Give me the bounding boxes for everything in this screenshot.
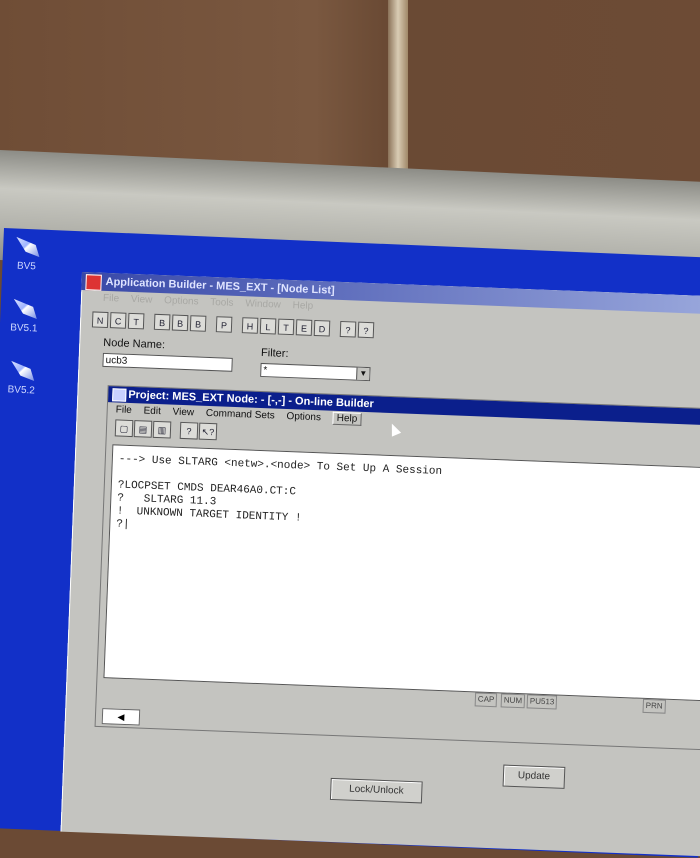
desktop-icon-label: BV5.1 xyxy=(9,322,38,335)
filter-value: * xyxy=(263,365,268,377)
shortcut-icon xyxy=(10,296,39,321)
desktop-icon-bv5-2[interactable]: BV5.2 xyxy=(1,358,43,397)
builder-menu-edit[interactable]: Edit xyxy=(143,405,161,417)
builder-menu-help[interactable]: Help xyxy=(332,411,362,426)
new-icon[interactable]: ▢ xyxy=(114,419,134,438)
builder-menu-command-sets[interactable]: Command Sets xyxy=(206,408,275,422)
application-builder-window: Application Builder - MES_EXT - [Node Li… xyxy=(60,272,700,857)
status-cap: CAP xyxy=(474,692,498,708)
builder-menu-file[interactable]: File xyxy=(116,404,133,416)
toolbar-doc-icon[interactable]: D xyxy=(313,319,331,337)
node-name-label: Node Name: xyxy=(103,336,166,352)
toolbar-hardware-icon[interactable]: H xyxy=(241,317,259,334)
toolbar-edit-icon[interactable]: E xyxy=(295,319,313,336)
console-output[interactable]: ---> Use SLTARG <netw>.<node> To Set Up … xyxy=(103,444,700,702)
toolbar-list-icon[interactable]: L xyxy=(259,317,277,335)
toolbar-help-icon[interactable]: ? xyxy=(339,320,357,338)
shortcut-icon xyxy=(13,234,42,259)
node-name-input[interactable]: ucb3 xyxy=(102,352,233,372)
status-prn: PRN xyxy=(642,698,666,714)
desktop-icon-label: BV5.2 xyxy=(7,384,36,397)
menu-options[interactable]: Options xyxy=(164,295,199,307)
toolbar-tree-icon[interactable]: T xyxy=(277,318,295,336)
toolbar-print-icon[interactable]: P xyxy=(215,316,233,333)
filter-dropdown[interactable]: * ▼ xyxy=(260,362,371,382)
help-icon[interactable]: ? xyxy=(179,421,199,440)
context-help-icon[interactable]: ↖? xyxy=(198,422,218,441)
save-icon[interactable]: ▥ xyxy=(152,420,172,439)
desktop-icon-bv5-1[interactable]: BV5.1 xyxy=(4,296,46,335)
online-builder-window: Project: MES_EXT Node: - [-,-] - On-line… xyxy=(94,385,700,751)
filter-label: Filter: xyxy=(260,346,289,360)
open-icon[interactable]: ▤ xyxy=(133,420,153,438)
builder-menu-options[interactable]: Options xyxy=(286,411,321,423)
toolbar-node-icon[interactable]: N xyxy=(91,311,109,329)
app-logo-icon xyxy=(85,274,102,291)
toolbar-build2-icon[interactable]: B xyxy=(171,314,189,332)
update-button[interactable]: Update xyxy=(502,764,566,789)
desktop-icon-bv5[interactable]: BV5 xyxy=(6,234,48,273)
toolbar-context-help-icon[interactable]: ? xyxy=(357,321,375,339)
toolbar-build-icon[interactable]: B xyxy=(153,313,171,331)
scroll-left-button[interactable]: ◀ xyxy=(101,708,141,726)
toolbar-copy-icon[interactable]: C xyxy=(109,312,127,329)
menu-tools[interactable]: Tools xyxy=(210,297,234,309)
menu-view[interactable]: View xyxy=(131,294,153,306)
status-num: NUM xyxy=(500,693,526,709)
desktop-icon-label: BV5 xyxy=(16,260,37,273)
menu-help[interactable]: Help xyxy=(292,300,313,312)
toolbar-build3-icon[interactable]: B xyxy=(189,315,207,332)
window-icon xyxy=(112,388,127,402)
shortcut-icon xyxy=(8,358,37,383)
chevron-down-icon[interactable]: ▼ xyxy=(356,367,370,381)
menu-window[interactable]: Window xyxy=(245,298,281,310)
lock-unlock-button[interactable]: Lock/Unlock xyxy=(329,777,423,804)
menu-file[interactable]: File xyxy=(103,293,120,305)
status-port: PU513 xyxy=(526,694,558,710)
builder-menu-view[interactable]: View xyxy=(172,407,194,419)
toolbar-table-icon[interactable]: T xyxy=(127,312,145,330)
